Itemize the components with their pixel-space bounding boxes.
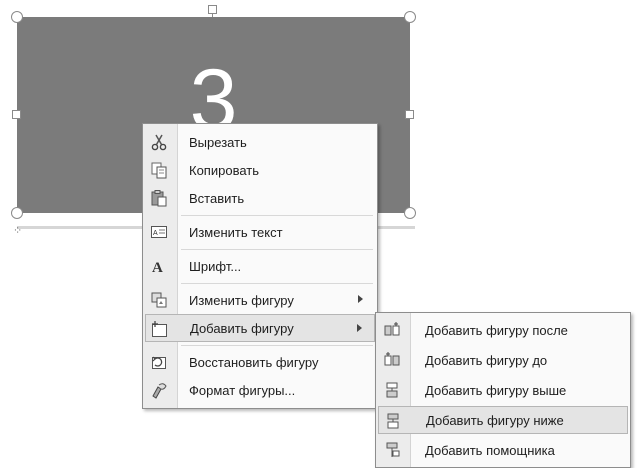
format-shape-icon — [150, 381, 168, 399]
change-shape-icon — [150, 291, 168, 309]
menu-item-label: Добавить фигуру — [190, 320, 294, 336]
submenu-item-add-below[interactable]: Добавить фигуру ниже — [378, 406, 628, 434]
menu-item-label: Изменить текст — [189, 224, 283, 240]
smartart-frame-grip[interactable]: ⁘ — [13, 224, 23, 237]
menu-item-add-shape[interactable]: Добавить фигуру — [145, 314, 375, 342]
menu-item-label: Изменить фигуру — [189, 292, 294, 308]
edit-text-icon: A — [150, 223, 168, 241]
submenu-item-label: Добавить помощника — [425, 442, 555, 458]
menu-item-paste[interactable]: Вставить — [145, 184, 375, 212]
resize-handle-left[interactable] — [12, 110, 21, 119]
menu-item-label: Восстановить фигуру — [189, 354, 319, 370]
menu-separator — [181, 215, 373, 216]
submenu-item-add-assistant[interactable]: Добавить помощника — [378, 436, 628, 464]
menu-item-change-shape[interactable]: Изменить фигуру — [145, 286, 375, 314]
menu-separator — [181, 345, 373, 346]
submenu-item-label: Добавить фигуру после — [425, 322, 568, 338]
add-above-icon — [383, 381, 401, 399]
submenu-item-add-above[interactable]: Добавить фигуру выше — [378, 376, 628, 404]
resize-handle-bottom-left[interactable] — [11, 207, 23, 219]
menu-item-cut[interactable]: Вырезать — [145, 128, 375, 156]
menu-item-label: Шрифт... — [189, 258, 242, 274]
submenu-arrow-icon — [358, 295, 363, 303]
add-shape-submenu: Добавить фигуру после Добавить фигуру до… — [375, 312, 631, 468]
menu-separator — [181, 249, 373, 250]
copy-icon — [150, 161, 168, 179]
svg-text:A: A — [152, 260, 163, 275]
add-assistant-icon — [383, 441, 401, 459]
submenu-item-label: Добавить фигуру до — [425, 352, 548, 368]
menu-item-label: Копировать — [189, 162, 259, 178]
resize-handle-top-left[interactable] — [11, 11, 23, 23]
submenu-item-label: Добавить фигуру ниже — [426, 412, 564, 428]
menu-item-label: Формат фигуры... — [189, 382, 296, 398]
rotation-handle[interactable] — [208, 5, 217, 14]
font-icon: A — [150, 257, 168, 275]
paste-icon — [150, 189, 168, 207]
menu-item-format-shape[interactable]: Формат фигуры... — [145, 376, 375, 404]
add-below-icon — [384, 412, 402, 430]
resize-handle-bottom-right[interactable] — [404, 207, 416, 219]
scissors-icon — [150, 133, 168, 151]
menu-item-label: Вставить — [189, 190, 245, 206]
menu-item-reset-shape[interactable]: Восстановить фигуру — [145, 348, 375, 376]
menu-separator — [181, 283, 373, 284]
resize-handle-top-right[interactable] — [404, 11, 416, 23]
menu-item-font[interactable]: A Шрифт... — [145, 252, 375, 280]
add-after-icon — [383, 321, 401, 339]
menu-item-copy[interactable]: Копировать — [145, 156, 375, 184]
submenu-arrow-icon — [357, 324, 362, 332]
context-menu: Вырезать Копировать Вставить A Изменить … — [142, 123, 378, 409]
resize-handle-right[interactable] — [405, 110, 414, 119]
add-before-icon — [383, 351, 401, 369]
add-shape-icon — [151, 320, 169, 338]
reset-shape-icon — [150, 353, 168, 371]
menu-item-edit-text[interactable]: A Изменить текст — [145, 218, 375, 246]
submenu-item-label: Добавить фигуру выше — [425, 382, 567, 398]
menu-item-label: Вырезать — [189, 134, 247, 150]
svg-text:A: A — [153, 230, 158, 237]
submenu-item-add-after[interactable]: Добавить фигуру после — [378, 316, 628, 344]
submenu-item-add-before[interactable]: Добавить фигуру до — [378, 346, 628, 374]
